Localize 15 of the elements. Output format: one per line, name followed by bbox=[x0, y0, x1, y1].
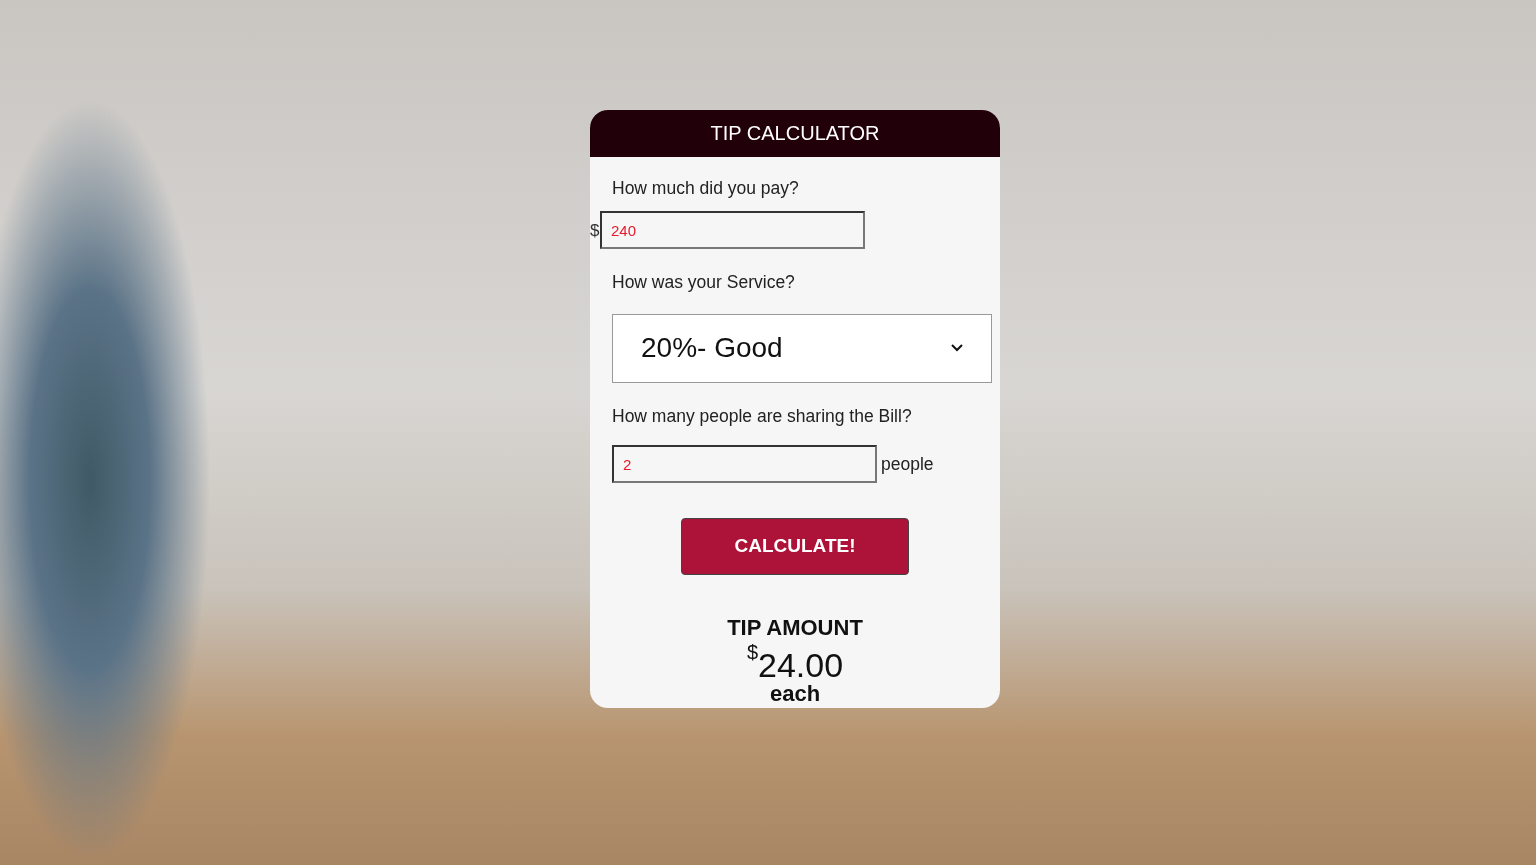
calculate-button[interactable]: CALCULATE! bbox=[681, 518, 909, 575]
service-dropdown[interactable]: 20%- Good bbox=[612, 313, 992, 383]
per-person-label: each bbox=[769, 681, 821, 706]
question-label: How much did you pay? bbox=[612, 177, 800, 200]
card-title: TIP CALCULATOR bbox=[590, 110, 1000, 157]
currency-symbol: $ bbox=[746, 641, 758, 663]
bill-amount-input[interactable]: 240 bbox=[600, 211, 865, 250]
question-label: How many people are sharing the Bill? bbox=[612, 404, 913, 428]
currency-symbol: $ bbox=[590, 219, 600, 242]
tip-amount-value: 24.00 bbox=[758, 646, 844, 684]
people-unit-label: people bbox=[881, 452, 934, 476]
people-count-input[interactable]: 2 bbox=[612, 445, 877, 483]
question-label: How was your Service? bbox=[612, 271, 796, 295]
chevron-down-icon bbox=[951, 344, 963, 353]
result-heading: TIP AMOUNT bbox=[727, 615, 863, 640]
